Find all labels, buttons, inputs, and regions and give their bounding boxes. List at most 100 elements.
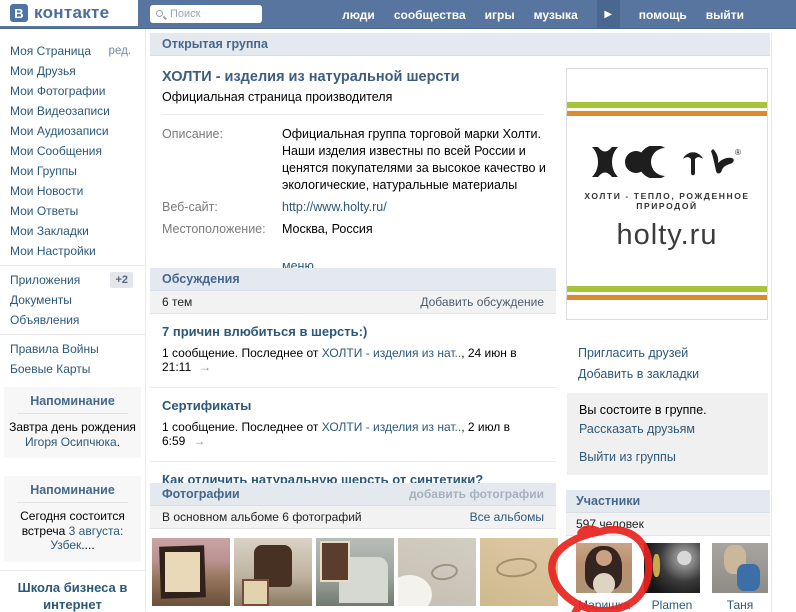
sidebar-item-bookmarks[interactable]: Мои Закладки <box>0 221 145 241</box>
vk-logo-icon: В <box>10 4 28 22</box>
member-card: Маришка <box>576 543 632 612</box>
nav-item-help[interactable]: помощь <box>639 8 687 22</box>
sidebar-item-news[interactable]: Мои Новости <box>0 181 145 201</box>
reminder-text-prefix: Завтра день рождения <box>9 420 136 434</box>
business-school-link[interactable]: Школа бизнеса в интернет <box>0 579 145 612</box>
goto-topic-arrow[interactable]: → <box>193 434 205 448</box>
photo-thumbnail-certificate[interactable] <box>152 538 230 606</box>
topic-meta-prefix: 1 сообщение. Последнее от <box>162 420 322 434</box>
topic-title-link[interactable]: 7 причин влюбиться в шерсть:) <box>162 324 367 339</box>
photo-thumbnail-sand-writing[interactable] <box>398 538 476 606</box>
brand-tagline: ХОЛТИ - ТЕПЛО, РОЖДЕННОЕ ПРИРОДОЙ <box>584 191 750 211</box>
page-title: ХОЛТИ - изделия из натуральной шерсти <box>162 69 460 85</box>
nav-item-music[interactable]: музыка <box>534 8 578 22</box>
search-icon <box>156 10 163 17</box>
nav-item-communities[interactable]: сообщества <box>394 8 466 22</box>
sidebar-item-ads[interactable]: Объявления <box>0 310 145 330</box>
leave-group-link[interactable]: Выйти из группы <box>579 450 756 464</box>
sidebar-item-settings[interactable]: Мои Настройки <box>0 241 145 261</box>
sidebar-item-groups[interactable]: Мои Группы <box>0 161 145 181</box>
nav-item-games[interactable]: игры <box>485 8 515 22</box>
sidebar-item-answers[interactable]: Мои Ответы <box>0 201 145 221</box>
membership-status: Вы состоите в группе. <box>579 403 707 417</box>
brand-site-text: holty.ru <box>616 219 718 251</box>
goto-topic-arrow[interactable]: → <box>199 360 211 374</box>
group-action-links: Пригласить друзей Добавить в закладки <box>578 346 699 388</box>
reminder-text-suffix: .... <box>81 538 95 552</box>
member-name-link[interactable]: Маришка <box>576 598 632 612</box>
sidebar-item-war-rules[interactable]: Правила Войны <box>0 339 145 359</box>
birthday-person-link[interactable]: Игоря Осипчюка <box>25 435 117 449</box>
nav-item-logout[interactable]: выйти <box>706 8 744 22</box>
info-row-location: Местоположение: Москва, Россия <box>162 221 556 238</box>
photos-header: Фотографии <box>162 487 240 501</box>
topic-author-link[interactable]: ХОЛТИ - изделия из нат.. <box>322 420 461 434</box>
nav-item-people[interactable]: люди <box>342 8 375 22</box>
header-search <box>150 5 262 23</box>
sidebar-item-messages[interactable]: Мои Сообщения <box>0 141 145 161</box>
topic-author-link[interactable]: ХОЛТИ - изделия из нат.. <box>322 346 461 360</box>
sidebar-item-friends[interactable]: Мои Друзья <box>0 61 145 81</box>
group-type-bar: Открытая группа <box>150 33 770 56</box>
tell-friends-link[interactable]: Рассказать друзьям <box>579 422 756 436</box>
sidebar-item-apps[interactable]: Приложения <box>0 270 80 290</box>
sidebar-edit-link[interactable]: ред. <box>109 41 131 61</box>
play-arrow-icon: ▶ <box>604 9 613 20</box>
info-label: Местоположение: <box>162 222 266 236</box>
logo-stripes <box>567 286 767 300</box>
discussions-header: Обсуждения <box>162 272 240 286</box>
group-description-text: Официальная группа торговой марки Холти.… <box>282 127 546 192</box>
topic-title-link[interactable]: Сертификаты <box>162 398 251 413</box>
sidebar-item-documents[interactable]: Документы <box>0 290 145 310</box>
reminder-text-suffix: . <box>116 434 121 449</box>
member-avatar-plamen[interactable] <box>644 543 700 593</box>
divider <box>0 334 145 335</box>
registered-mark: ® <box>735 148 741 157</box>
all-albums-link[interactable]: Все альбомы <box>470 510 544 524</box>
member-card: Таня <box>712 543 768 612</box>
sidebar-item-my-page[interactable]: Моя Страница <box>0 41 91 61</box>
vk-logo[interactable]: В контакте <box>0 0 138 26</box>
holty-wordmark-icon: ® <box>592 146 741 178</box>
sidebar-item-audios[interactable]: Мои Аудиозаписи <box>0 121 145 141</box>
orange-stripe <box>567 295 767 300</box>
sidebar-item-videos[interactable]: Мои Видеозаписи <box>0 101 145 121</box>
info-row-website: Веб-сайт: http://www.holty.ru/ <box>162 199 556 216</box>
members-count: 597 человек <box>576 517 644 531</box>
reminder-box-birthday: Напоминание Завтра день рождения Игоря О… <box>4 387 141 458</box>
add-bookmark-link[interactable]: Добавить в закладки <box>578 367 699 381</box>
content-right-edge <box>771 33 772 612</box>
divider <box>0 569 145 571</box>
member-avatar-tanya[interactable] <box>712 543 768 593</box>
add-photos-link[interactable]: добавить фотографии <box>409 487 544 501</box>
topics-count: 6 тем <box>162 295 193 309</box>
reminder-title: Напоминание <box>17 483 128 503</box>
member-name-link[interactable]: Plamen <box>644 598 700 612</box>
member-name-link[interactable]: Таня <box>712 598 768 612</box>
website-link[interactable]: http://www.holty.ru/ <box>282 200 387 214</box>
discussion-topic: 7 причин влюбиться в шерсть:) 1 сообщени… <box>150 314 556 388</box>
photo-thumbnail-sand-closeup[interactable] <box>480 538 558 606</box>
orange-stripe <box>567 111 767 116</box>
add-discussion-link[interactable]: Добавить обсуждение <box>420 295 544 309</box>
apps-count-badge: +2 <box>110 272 133 288</box>
members-section: Участники 597 человек <box>566 490 770 536</box>
group-type-label: Открытая группа <box>162 37 268 51</box>
members-header: Участники <box>576 494 641 508</box>
sidebar-item-photos[interactable]: Мои Фотографии <box>0 81 145 101</box>
photo-thumbnail-wool-vest[interactable] <box>234 538 312 606</box>
photo-thumbnail-wool-jacket[interactable] <box>316 538 394 606</box>
search-input[interactable] <box>150 5 262 23</box>
group-info-section: ХОЛТИ - изделия из натуральной шерсти Оф… <box>150 57 556 273</box>
photos-section: Фотографии добавить фотографии В основно… <box>150 483 556 529</box>
sidebar-item-battle-maps[interactable]: Боевые Карты <box>0 359 145 379</box>
member-avatar-marishka[interactable] <box>576 543 632 593</box>
topic-meta: 1 сообщение. Последнее от ХОЛТИ - издели… <box>162 420 544 448</box>
topic-meta-prefix: 1 сообщение. Последнее от <box>162 346 322 360</box>
discussion-topic: Сертификаты 1 сообщение. Последнее от ХО… <box>150 388 556 462</box>
nav-more-button[interactable]: ▶ <box>596 0 620 29</box>
group-logo-image[interactable]: ® ХОЛТИ - ТЕПЛО, РОЖДЕННОЕ ПРИРОДОЙ holt… <box>566 68 768 320</box>
invite-friends-link[interactable]: Пригласить друзей <box>578 346 699 360</box>
divider <box>0 265 145 266</box>
info-label: Описание: <box>162 127 223 141</box>
